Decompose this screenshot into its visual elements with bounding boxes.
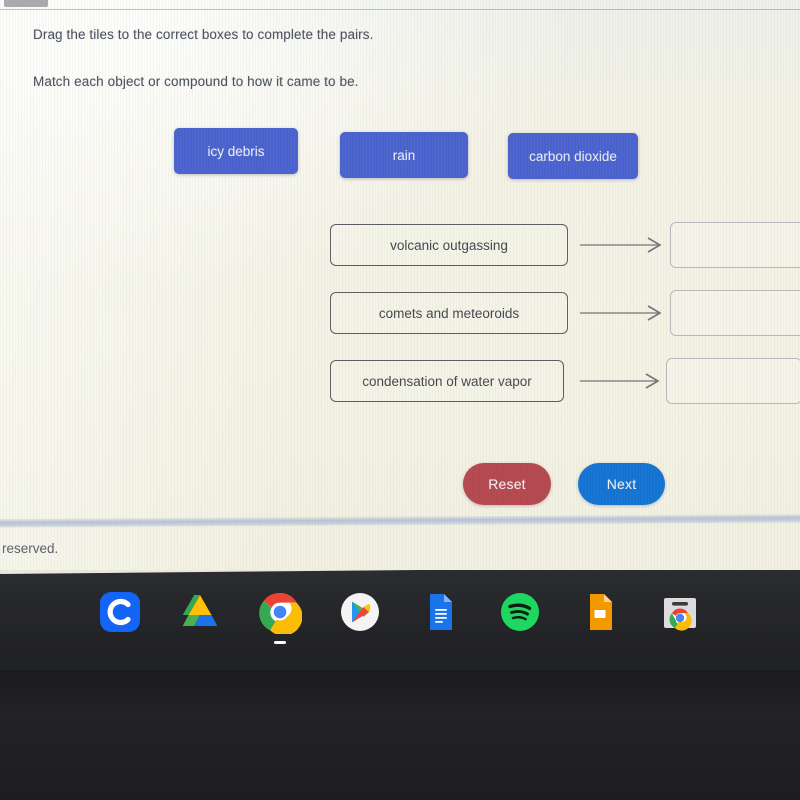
draggable-tile-carbon-dioxide[interactable]: carbon dioxide: [508, 133, 638, 179]
footer-copyright-text: reserved.: [2, 541, 59, 556]
browser-toolbar-divider: [0, 9, 800, 10]
shelf-item-google-slides[interactable]: [576, 588, 624, 636]
browser-tab-fragment[interactable]: [4, 0, 48, 7]
drop-target-volcanic-outgassing[interactable]: [670, 222, 800, 268]
clever-icon: [100, 592, 140, 632]
match-row: comets and meteoroids: [330, 290, 800, 336]
shelf-item-play-store[interactable]: [336, 588, 384, 636]
shelf-item-google-docs[interactable]: [416, 588, 464, 636]
arrow-right-icon: [578, 303, 670, 323]
instruction-primary: Drag the tiles to the correct boxes to c…: [33, 27, 374, 42]
chrome-web-store-icon: [664, 598, 696, 631]
drop-target-comets-and-meteoroids[interactable]: [670, 290, 800, 336]
arrow-right-icon: [574, 371, 666, 391]
google-drive-icon: [182, 595, 218, 626]
chrome-icon: [259, 592, 302, 634]
shelf-item-clever[interactable]: [96, 588, 144, 636]
footer-divider: [0, 514, 800, 528]
instruction-secondary: Match each object or compound to how it …: [33, 74, 359, 89]
chrome-active-indicator: [274, 641, 286, 644]
prompt-box-volcanic-outgassing: volcanic outgassing: [330, 224, 568, 266]
match-row: condensation of water vapor: [330, 358, 800, 404]
laptop-bezel: hp: [0, 670, 800, 800]
arrow-right-icon: [578, 235, 670, 255]
draggable-tile-icy-debris[interactable]: icy debris: [174, 128, 298, 174]
shelf-item-spotify[interactable]: [496, 588, 544, 636]
browser-content-area: Drag the tiles to the correct boxes to c…: [0, 0, 800, 572]
next-button[interactable]: Next: [578, 463, 665, 505]
google-docs-icon: [430, 594, 452, 630]
shelf-item-google-drive[interactable]: [176, 588, 224, 636]
screenshot-root: Drag the tiles to the correct boxes to c…: [0, 0, 800, 800]
shelf-item-chrome[interactable]: [256, 588, 304, 644]
shelf-item-chrome-web-store[interactable]: [656, 588, 704, 636]
spotify-icon: [501, 593, 539, 631]
prompt-box-condensation-of-water-vapor: condensation of water vapor: [330, 360, 564, 402]
reset-button[interactable]: Reset: [463, 463, 551, 505]
shelf-top-edge: [0, 570, 800, 574]
prompt-box-comets-and-meteoroids: comets and meteoroids: [330, 292, 568, 334]
drop-target-condensation-of-water-vapor[interactable]: [666, 358, 800, 404]
play-store-icon: [341, 593, 379, 631]
match-row: volcanic outgassing: [330, 222, 800, 268]
shelf-icon-row: [0, 588, 800, 644]
draggable-tile-rain[interactable]: rain: [340, 132, 468, 178]
google-slides-icon: [590, 594, 612, 630]
chromeos-shelf: [0, 570, 800, 670]
